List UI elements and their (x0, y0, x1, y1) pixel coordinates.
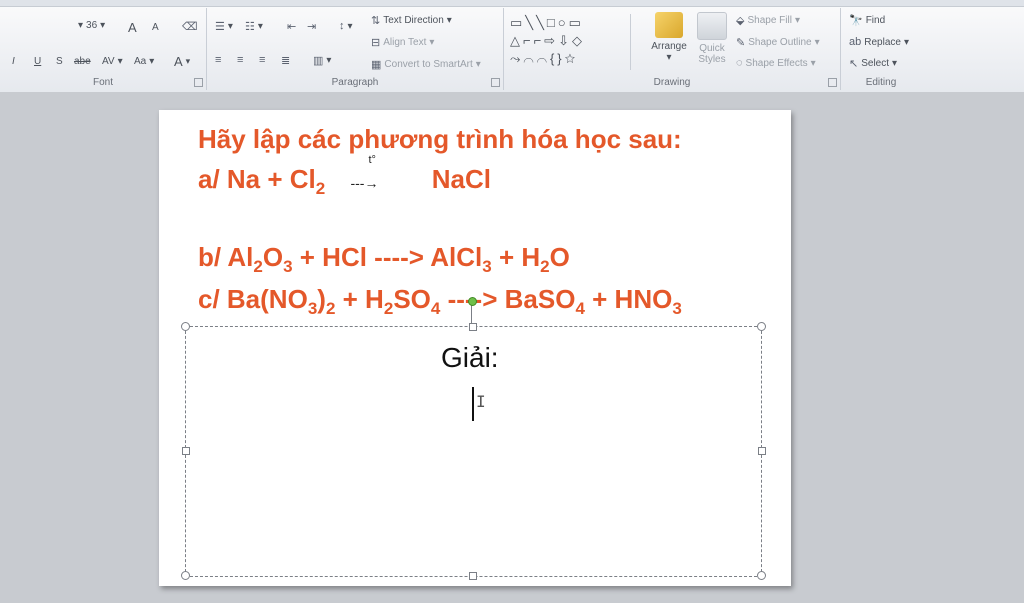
resize-handle-bottom-left[interactable] (181, 571, 190, 580)
replace-icon: ab (849, 36, 862, 48)
shapes-gallery-scroll[interactable] (630, 14, 641, 70)
columns-button[interactable]: ▥ ▾ (313, 54, 331, 67)
quick-styles-icon (697, 12, 727, 40)
text-direction-icon: ⇅ (371, 15, 381, 27)
drawing-group-label: Drawing (653, 77, 691, 88)
paragraph-dialog-launcher[interactable] (491, 78, 500, 87)
align-text-icon: ⊟ (371, 37, 381, 49)
editing-group: 🔭 Find ab Replace ▾ ↖ Select ▾ Editing (841, 8, 921, 90)
replace-button[interactable]: ab Replace ▾ (849, 36, 909, 48)
bullets-button[interactable]: ☰ ▾ (215, 20, 233, 33)
resize-handle-left[interactable] (182, 447, 190, 455)
text-caret (472, 387, 474, 421)
font-size-value: 36 (86, 20, 98, 31)
resize-handle-right[interactable] (758, 447, 766, 455)
slide-title[interactable]: Hãy lập các phương trình hóa học sau: (198, 124, 682, 155)
grow-font-button[interactable]: A (128, 20, 137, 35)
rotation-handle[interactable] (468, 297, 477, 306)
align-center-button[interactable]: ≡ (237, 54, 243, 66)
italic-button[interactable]: I (12, 56, 15, 67)
quick-styles-button[interactable]: Quick Styles (694, 12, 730, 65)
effects-icon: ◌ (736, 57, 743, 69)
clear-format-icon[interactable]: ⌫ (182, 20, 198, 33)
character-spacing-button[interactable]: AV ▾ (102, 56, 123, 67)
drawing-dialog-launcher[interactable] (828, 78, 837, 87)
change-case-button[interactable]: Aa ▾ (134, 56, 154, 67)
placeholder-text[interactable]: Giải: (441, 342, 499, 374)
reaction-arrow: t° ---→ (350, 154, 379, 191)
shapes-gallery[interactable]: ▭╲╲□○▭ △⌐⌐⇨⇩◇ ⤳⌒⌒{}☆ (510, 14, 628, 70)
select-button[interactable]: ↖ Select ▾ (849, 57, 897, 70)
resize-handle-top-left[interactable] (181, 322, 190, 331)
font-color-button[interactable]: A ▾ (174, 54, 190, 69)
ribbon: ▾ 36 ▾ A A ⌫ I U S abe AV ▾ Aa ▾ A ▾ Font ☰ ▾ … (0, 0, 1024, 93)
paragraph-group-label: Paragraph (331, 77, 379, 88)
resize-handle-top-right[interactable] (757, 322, 766, 331)
shrink-font-button[interactable]: A (152, 22, 159, 33)
arrange-icon (655, 12, 683, 38)
paint-bucket-icon: ⬙ (736, 15, 745, 27)
equation-a[interactable]: a/ Na + Cl2 t° ---→ NaCl (198, 154, 491, 199)
pen-icon: ✎ (736, 37, 746, 49)
strikethrough-button[interactable]: abe (74, 56, 91, 67)
resize-handle-bottom-right[interactable] (757, 571, 766, 580)
font-dialog-launcher[interactable] (194, 78, 203, 87)
shape-effects-button[interactable]: ◌ Shape Effects ▾ (736, 57, 816, 69)
ibeam-cursor-icon: I (476, 392, 486, 411)
align-left-button[interactable]: ≡ (215, 54, 221, 66)
text-direction-button[interactable]: ⇅ Text Direction ▾ (371, 14, 452, 27)
paragraph-group: ☰ ▾ ☷ ▾ ⇤ ⇥ ↕ ▾ ≡ ≡ ≡ ≣ ▥ ▾ ⇅ Text Direction ▾… (207, 8, 504, 90)
increase-indent-button[interactable]: ⇥ (307, 20, 316, 33)
find-button[interactable]: 🔭 Find (849, 14, 885, 27)
align-right-button[interactable]: ≡ (259, 54, 265, 66)
decrease-indent-button[interactable]: ⇤ (287, 20, 296, 33)
ribbon-tab-strip (0, 0, 1024, 7)
shadow-button[interactable]: S (56, 56, 63, 67)
smartart-icon: ▦ (371, 59, 382, 71)
editing-group-label: Editing (865, 77, 897, 88)
line-spacing-button[interactable]: ↕ ▾ (339, 20, 353, 32)
justify-button[interactable]: ≣ (281, 54, 290, 67)
font-group-label: Font (92, 77, 113, 88)
resize-handle-top[interactable] (469, 323, 477, 331)
shape-outline-button[interactable]: ✎ Shape Outline ▾ (736, 36, 820, 49)
font-size-dropdown[interactable]: ▾ 36 ▾ (78, 20, 105, 31)
cursor-icon: ↖ (849, 58, 859, 70)
align-text-button[interactable]: ⊟ Align Text ▾ (371, 36, 434, 49)
shape-fill-button[interactable]: ⬙ Shape Fill ▾ (736, 14, 800, 27)
equation-b[interactable]: b/ Al2O3 + HCl ----> AlCl3 + H2O (198, 242, 570, 277)
font-group: ▾ 36 ▾ A A ⌫ I U S abe AV ▾ Aa ▾ A ▾ Font (0, 8, 207, 90)
underline-button[interactable]: U (34, 56, 41, 67)
numbering-button[interactable]: ☷ ▾ (245, 20, 263, 33)
resize-handle-bottom[interactable] (469, 572, 477, 580)
convert-smartart-button[interactable]: ▦ Convert to SmartArt ▾ (371, 58, 481, 71)
arrange-button[interactable]: Arrange ▾ (646, 12, 692, 63)
equation-c[interactable]: c/ Ba(NO3)2 + H2SO4 ----> BaSO4 + HNO3 (198, 284, 682, 319)
binoculars-icon: 🔭 (849, 15, 863, 27)
